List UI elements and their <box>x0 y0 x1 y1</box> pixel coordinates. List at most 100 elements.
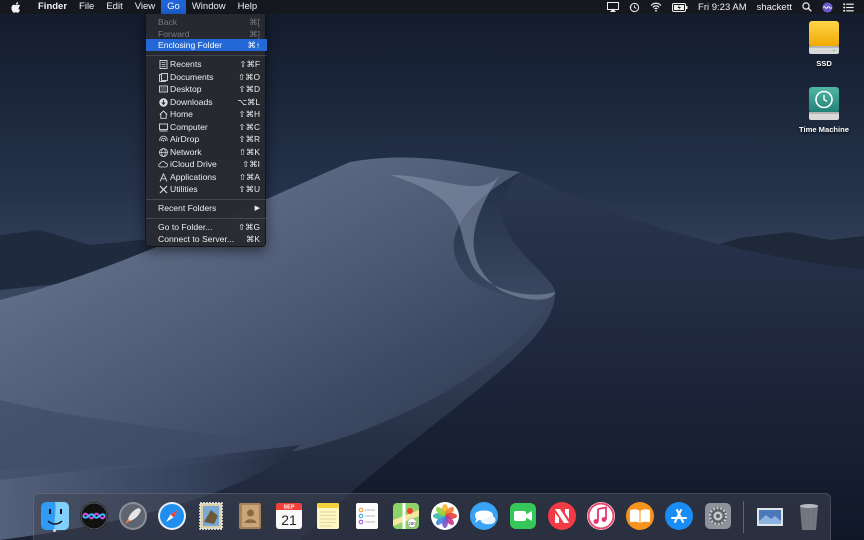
desktop-icon-ssd[interactable]: SSD <box>794 20 854 68</box>
notification-center-icon[interactable] <box>843 2 854 12</box>
dock-mail[interactable] <box>195 499 227 533</box>
dock-photos[interactable] <box>429 499 461 533</box>
clock[interactable]: Fri 9:23 AM <box>698 2 747 13</box>
dock-itunes[interactable] <box>585 499 617 533</box>
menu-item-icloud-drive[interactable]: iCloud Drive ⇧⌘I <box>146 158 267 170</box>
dock-siri[interactable] <box>78 499 110 533</box>
time-machine-drive-icon <box>809 87 839 120</box>
menu-item-shortcut: ⇧⌘A <box>239 172 260 182</box>
menu-item-label: Downloads <box>170 97 213 107</box>
menu-item-connect-to-server[interactable]: Connect to Server... ⌘K <box>146 233 267 245</box>
notes-icon <box>317 503 339 529</box>
menu-item-label: Computer <box>170 122 208 132</box>
menu-item-desktop[interactable]: Desktop ⇧⌘D <box>146 83 267 95</box>
dock-calendar[interactable]: SEP 21 <box>273 499 305 533</box>
desktop-icon-label: SSD <box>816 59 832 68</box>
dock-reminders[interactable] <box>351 499 383 533</box>
menu-item-shortcut: ⌘] <box>249 29 260 39</box>
dock-divider <box>743 501 744 533</box>
menu-item-label: Back <box>158 17 178 27</box>
menu-item-computer[interactable]: Computer ⇧⌘C <box>146 121 267 133</box>
airplay-icon[interactable] <box>607 2 620 12</box>
menu-item-applications[interactable]: Applications ⇧⌘A <box>146 171 267 183</box>
menu-item-recent-folders[interactable]: Recent Folders ▶ <box>146 202 267 214</box>
documents-icon <box>158 72 168 82</box>
menu-item-go-to-folder[interactable]: Go to Folder... ⇧⌘G <box>146 221 267 233</box>
app-store-icon <box>665 502 693 530</box>
dock-maps[interactable]: 280 <box>390 499 422 533</box>
menu-item-shortcut: ⇧⌘U <box>238 184 260 194</box>
menu-item-enclosing-folder[interactable]: Enclosing Folder ⌘↑ <box>146 39 267 51</box>
menu-item-shortcut: ⌥⌘L <box>237 97 260 107</box>
svg-text:280: 280 <box>408 521 416 526</box>
menu-help[interactable]: Help <box>232 0 264 14</box>
menu-go[interactable]: Go <box>161 0 186 14</box>
photos-flower-icon <box>431 502 459 530</box>
menu-item-network[interactable]: Network ⇧⌘K <box>146 146 267 158</box>
wifi-icon[interactable] <box>650 2 662 12</box>
trash-can-icon <box>800 504 818 530</box>
menu-item-shortcut: ⇧⌘I <box>242 159 260 169</box>
menu-finder[interactable]: Finder <box>32 0 73 14</box>
books-icon <box>626 502 654 530</box>
spotlight-search-icon[interactable] <box>802 2 812 12</box>
network-icon <box>158 147 168 157</box>
menu-item-utilities[interactable]: Utilities ⇧⌘U <box>146 183 267 195</box>
dock-app-store[interactable] <box>663 499 695 533</box>
dock-contacts[interactable] <box>234 499 266 533</box>
dock-launchpad[interactable] <box>117 499 149 533</box>
menu-item-shortcut: ⇧⌘H <box>238 109 260 119</box>
dock-facetime[interactable] <box>507 499 539 533</box>
menu-item-shortcut: ⇧⌘K <box>239 147 260 157</box>
menu-item-recents[interactable]: Recents ⇧⌘F <box>146 58 267 70</box>
battery-icon[interactable] <box>672 2 688 12</box>
dock-downloads-stack[interactable] <box>754 499 786 533</box>
launchpad-rocket-icon <box>119 502 147 530</box>
dock-system-preferences[interactable] <box>702 499 734 533</box>
home-icon <box>158 109 168 119</box>
status-area: Fri 9:23 AM shackett <box>597 0 864 14</box>
dock-notes[interactable] <box>312 499 344 533</box>
menu-item-back[interactable]: Back ⌘[ <box>146 16 267 28</box>
menu-item-shortcut: ⇧⌘R <box>238 134 260 144</box>
dock-messages[interactable] <box>468 499 500 533</box>
computer-icon <box>158 122 168 132</box>
menu-edit[interactable]: Edit <box>100 0 128 14</box>
airdrop-icon <box>158 134 168 144</box>
apple-menu-icon[interactable] <box>11 1 23 13</box>
menu-item-label: Applications <box>170 172 217 182</box>
maps-icon: 280 <box>393 503 419 529</box>
dock-safari[interactable] <box>156 499 188 533</box>
menu-item-documents[interactable]: Documents ⇧⌘O <box>146 71 267 83</box>
menu-window[interactable]: Window <box>186 0 232 14</box>
menu-item-shortcut: ⇧⌘G <box>238 222 260 232</box>
menu-item-label: Desktop <box>170 84 202 94</box>
desktop-wallpaper <box>0 0 864 540</box>
menu-item-label: AirDrop <box>170 134 200 144</box>
menu-item-downloads[interactable]: Downloads ⌥⌘L <box>146 96 267 108</box>
desktop-icon <box>158 84 168 94</box>
external-drive-icon <box>809 21 839 54</box>
siri-icon[interactable] <box>822 1 833 13</box>
menu-view[interactable]: View <box>129 0 161 14</box>
menu-item-shortcut: ⌘K <box>246 234 260 244</box>
menu-item-label: iCloud Drive <box>170 159 217 169</box>
menu-separator <box>146 218 267 219</box>
calendar-day: 21 <box>281 512 297 528</box>
menu-item-label: Documents <box>170 72 214 82</box>
downloads-icon <box>158 97 168 107</box>
time-machine-menu-icon[interactable] <box>629 2 640 13</box>
recents-icon <box>158 59 168 69</box>
menu-item-airdrop[interactable]: AirDrop ⇧⌘R <box>146 133 267 145</box>
mail-stamp-icon <box>199 502 223 530</box>
user-name[interactable]: shackett <box>757 2 792 13</box>
dock-finder[interactable] <box>39 499 71 533</box>
menu-item-label: Home <box>170 109 193 119</box>
desktop-icon-time-machine[interactable]: Time Machine <box>794 86 854 134</box>
menu-file[interactable]: File <box>73 0 100 14</box>
messages-bubble-icon <box>470 502 498 530</box>
menu-item-home[interactable]: Home ⇧⌘H <box>146 108 267 120</box>
dock-trash[interactable] <box>793 499 825 533</box>
dock-books[interactable] <box>624 499 656 533</box>
dock-news[interactable] <box>546 499 578 533</box>
